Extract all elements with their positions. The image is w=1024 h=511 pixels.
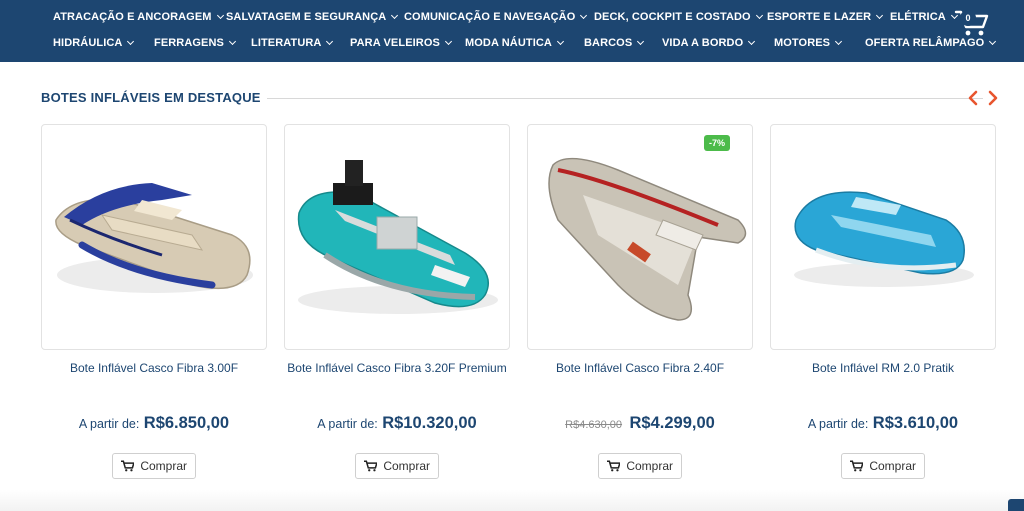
- cart-icon: [607, 460, 621, 472]
- cart-icon: [364, 460, 378, 472]
- buy-button-label: Comprar: [383, 459, 430, 473]
- nav-item-barcos[interactable]: BARCOS: [584, 37, 645, 49]
- nav-item-label: ELÉTRICA: [890, 11, 946, 23]
- chevron-down-icon: [127, 37, 135, 46]
- nav-item-moda-nautica[interactable]: MODA NÁUTICA: [465, 37, 564, 49]
- buy-button-label: Comprar: [140, 459, 187, 473]
- product-price-row: A partir de: R$3.610,00: [770, 414, 996, 433]
- product-image[interactable]: -7%: [527, 124, 753, 350]
- buy-button-label: Comprar: [869, 459, 916, 473]
- product-image[interactable]: [770, 124, 996, 350]
- chevron-down-icon: [755, 11, 763, 20]
- nav-item-label: COMUNICAÇÃO E NAVEGAÇÃO: [404, 11, 576, 23]
- product-price-row: R$4.630,00 R$4.299,00: [527, 414, 753, 433]
- nav-item-label: BARCOS: [584, 37, 633, 49]
- old-price: R$4.630,00: [565, 419, 623, 431]
- nav-item-atracacao[interactable]: ATRACAÇÃO E ANCORAGEM: [53, 11, 224, 23]
- nav-item-comunicacao[interactable]: COMUNICAÇÃO E NAVEGAÇÃO: [404, 11, 588, 23]
- cart-count-badge: 0: [960, 10, 976, 26]
- chevron-down-icon: [556, 37, 564, 46]
- cart-icon: [850, 460, 864, 472]
- chevron-down-icon: [876, 11, 884, 20]
- nav-item-label: FERRAGENS: [154, 37, 224, 49]
- price-prefix: A partir de:: [807, 417, 869, 431]
- scroll-top-tab[interactable]: [1008, 499, 1024, 511]
- chevron-right-icon[interactable]: [986, 90, 1000, 106]
- nav-item-label: PARA VELEIROS: [350, 37, 440, 49]
- top-navigation: ATRACAÇÃO E ANCORAGEM SALVATAGEM E SEGUR…: [0, 0, 1024, 62]
- page-bottom-shade: [0, 490, 1024, 511]
- cart-icon: [121, 460, 135, 472]
- nav-item-para-veleiros[interactable]: PARA VELEIROS: [350, 37, 452, 49]
- buy-button[interactable]: Comprar: [355, 453, 439, 479]
- product-name[interactable]: Bote Inflável Casco Fibra 2.40F: [527, 360, 753, 377]
- product-name[interactable]: Bote Inflável Casco Fibra 3.20F Premium: [284, 360, 510, 377]
- nav-item-motores[interactable]: MOTORES: [774, 37, 843, 49]
- nav-item-label: MODA NÁUTICA: [465, 37, 552, 49]
- section-divider: [267, 98, 983, 99]
- chevron-down-icon: [637, 37, 645, 46]
- section-title: BOTES INFLÁVEIS EM DESTAQUE: [41, 90, 261, 105]
- chevron-down-icon: [748, 37, 756, 46]
- nav-item-label: HIDRÁULICA: [53, 37, 123, 49]
- product-name[interactable]: Bote Inflável RM 2.0 Pratik: [770, 360, 996, 377]
- chevron-left-icon[interactable]: [966, 90, 980, 106]
- nav-item-oferta-relampago[interactable]: OFERTA RELÂMPAGO: [865, 37, 997, 49]
- buy-button[interactable]: Comprar: [112, 453, 196, 479]
- section-header: BOTES INFLÁVEIS EM DESTAQUE: [41, 90, 1001, 110]
- product-price: R$6.850,00: [143, 414, 230, 432]
- nav-item-hidraulica[interactable]: HIDRÁULICA: [53, 37, 135, 49]
- discount-badge: -7%: [703, 135, 730, 151]
- nav-item-esporte[interactable]: ESPORTE E LAZER: [767, 11, 884, 23]
- nav-item-label: MOTORES: [774, 37, 831, 49]
- product-image[interactable]: [41, 124, 267, 350]
- nav-item-label: ESPORTE E LAZER: [767, 11, 872, 23]
- chevron-down-icon: [228, 37, 237, 46]
- nav-item-label: DECK, COCKPIT E COSTADO: [594, 11, 751, 23]
- product-price-row: A partir de: R$10.320,00: [284, 414, 510, 433]
- nav-item-eletrica[interactable]: ELÉTRICA: [890, 11, 958, 23]
- chevron-down-icon: [216, 11, 224, 20]
- chevron-down-icon: [326, 37, 334, 46]
- product-price: R$10.320,00: [382, 414, 477, 432]
- chevron-down-icon: [835, 37, 843, 46]
- product-price: R$4.299,00: [629, 414, 715, 432]
- chevron-down-icon: [580, 11, 588, 20]
- nav-item-literatura[interactable]: LITERATURA: [251, 37, 334, 49]
- nav-item-label: SALVATAGEM E SEGURANÇA: [226, 11, 387, 23]
- buy-button[interactable]: Comprar: [841, 453, 925, 479]
- nav-item-ferragens[interactable]: FERRAGENS: [154, 37, 237, 49]
- chevron-down-icon: [444, 37, 452, 46]
- buy-button-label: Comprar: [626, 459, 673, 473]
- nav-item-label: LITERATURA: [251, 37, 322, 49]
- nav-item-vida-a-bordo[interactable]: VIDA A BORDO: [662, 37, 756, 49]
- product-image[interactable]: [284, 124, 510, 350]
- product-name[interactable]: Bote Inflável Casco Fibra 3.00F: [41, 360, 267, 377]
- chevron-down-icon: [989, 37, 997, 46]
- product-price: R$3.610,00: [872, 414, 959, 432]
- nav-item-label: VIDA A BORDO: [662, 37, 744, 49]
- price-prefix: A partir de:: [317, 417, 378, 431]
- nav-item-deck[interactable]: DECK, COCKPIT E COSTADO: [594, 11, 763, 23]
- nav-item-label: ATRACAÇÃO E ANCORAGEM: [53, 11, 212, 23]
- price-prefix: A partir de:: [78, 417, 140, 431]
- nav-item-label: OFERTA RELÂMPAGO: [865, 37, 985, 49]
- nav-item-salvatagem[interactable]: SALVATAGEM E SEGURANÇA: [226, 11, 399, 23]
- buy-button[interactable]: Comprar: [598, 453, 682, 479]
- product-price-row: A partir de: R$6.850,00: [41, 414, 267, 433]
- chevron-down-icon: [391, 11, 399, 20]
